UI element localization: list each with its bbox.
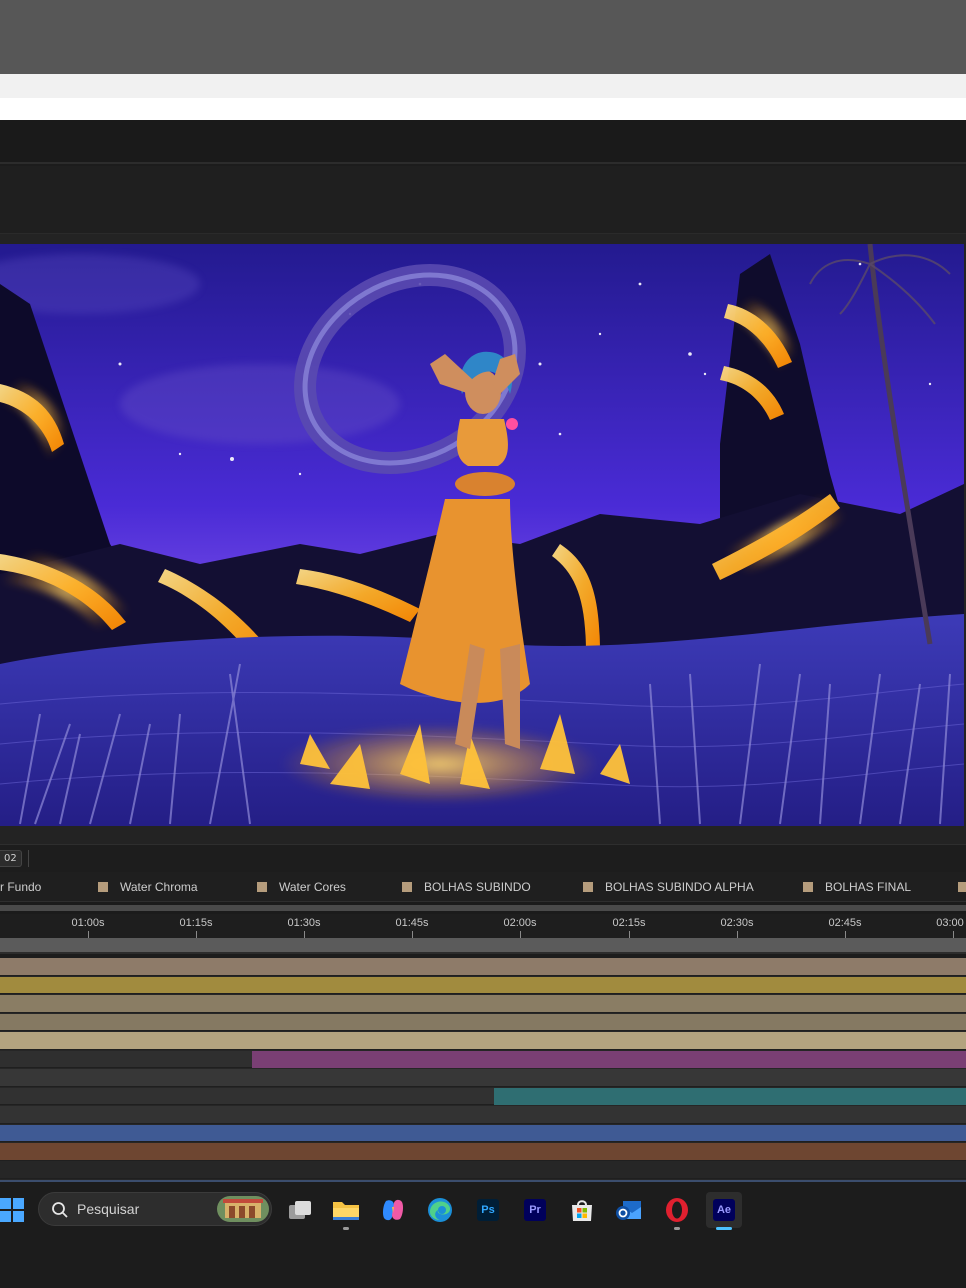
label-color-swatch — [803, 882, 813, 892]
time-tick-label: 03:00 — [936, 917, 964, 929]
after-effects-label: Ae — [713, 1199, 735, 1221]
layer-bar[interactable] — [0, 976, 966, 994]
timeline-layers — [0, 958, 966, 1180]
time-tick-label: 02:15s — [612, 917, 646, 929]
time-tick — [520, 931, 521, 938]
label-color-swatch — [98, 882, 108, 892]
time-tick — [737, 931, 738, 938]
taskbar: Pesquisar Ps Pr Ae — [0, 1180, 966, 1288]
comp-tab-label: r Fundo — [0, 880, 42, 894]
time-tick — [953, 931, 954, 938]
premiere-pro-icon[interactable]: Pr — [517, 1192, 553, 1228]
layer-bar[interactable] — [252, 1050, 966, 1068]
layer-bar[interactable] — [0, 1143, 966, 1161]
comp-tab-label: BOLHAS FINAL — [825, 880, 912, 894]
time-tick — [196, 931, 197, 938]
time-navigator[interactable] — [0, 902, 966, 914]
comp-tab-water-chroma[interactable]: Water Chroma — [98, 872, 198, 902]
time-tick-label: 01:00s — [71, 917, 105, 929]
premiere-pro-label: Pr — [524, 1199, 546, 1221]
comp-tab-label: BOLHAS SUBINDO ALPHA — [605, 880, 754, 894]
outlook-icon[interactable] — [611, 1192, 647, 1228]
layer-bar[interactable] — [0, 1124, 966, 1142]
comp-tab-bolhas-subindo[interactable]: BOLHAS SUBINDO — [402, 872, 531, 902]
layer-row — [0, 1069, 966, 1087]
label-color-swatch — [257, 882, 267, 892]
comp-tab-more[interactable] — [958, 872, 966, 902]
composition-frame — [0, 244, 964, 826]
after-effects-header — [0, 120, 966, 274]
work-area-bar[interactable] — [0, 938, 966, 954]
browser-strip — [0, 74, 966, 98]
opera-icon[interactable] — [659, 1192, 695, 1230]
layer-row — [0, 1050, 966, 1068]
time-ruler[interactable]: 01:00s 01:15s 01:30s 01:45s 02:00s 02:15… — [0, 914, 966, 938]
layer-row — [0, 1161, 966, 1179]
composition-render — [0, 244, 964, 826]
resolution-dropdown[interactable]: 02 — [0, 850, 22, 867]
taskbar-search[interactable]: Pesquisar — [38, 1192, 272, 1226]
time-navigator-bar[interactable] — [0, 905, 966, 911]
footer-separator — [28, 850, 29, 867]
task-view-icon[interactable] — [282, 1192, 318, 1228]
photoshop-icon[interactable]: Ps — [470, 1192, 506, 1228]
comp-tab-label: BOLHAS SUBINDO — [424, 880, 531, 894]
layer-bar[interactable] — [494, 1087, 966, 1105]
comp-tab-label: Water Cores — [279, 880, 346, 894]
comp-tab-fundo[interactable]: r Fundo — [0, 872, 41, 902]
label-color-swatch — [402, 882, 412, 892]
time-tick — [629, 931, 630, 938]
windows-start-icon[interactable] — [0, 1198, 24, 1222]
composition-viewer[interactable] — [0, 234, 966, 844]
composition-tabs: r Fundo Water Chroma Water Cores BOLHAS … — [0, 872, 966, 902]
active-indicator — [716, 1227, 732, 1230]
comp-tab-label: Water Chroma — [120, 880, 198, 894]
time-tick — [845, 931, 846, 938]
time-tick-label: 02:00s — [503, 917, 537, 929]
time-tick-label: 01:45s — [395, 917, 429, 929]
layer-bar[interactable] — [0, 1013, 966, 1031]
comp-tab-water-cores[interactable]: Water Cores — [257, 872, 346, 902]
photoshop-label: Ps — [477, 1199, 499, 1221]
edge-icon[interactable] — [422, 1192, 458, 1228]
screen: 02 r Fundo Water Chroma Water Cores BOLH… — [0, 0, 966, 1288]
search-highlight-icon — [217, 1196, 269, 1222]
comp-tab-bolhas-final[interactable]: BOLHAS FINAL — [803, 872, 911, 902]
file-explorer-icon[interactable] — [328, 1192, 364, 1230]
label-color-swatch — [583, 882, 593, 892]
label-color-swatch — [958, 882, 966, 892]
time-tick-label: 01:15s — [179, 917, 213, 929]
microsoft-store-icon[interactable] — [564, 1192, 600, 1228]
time-tick — [88, 931, 89, 938]
layer-bar[interactable] — [0, 995, 966, 1013]
copilot-icon[interactable] — [375, 1192, 411, 1228]
layer-row — [0, 1087, 966, 1105]
search-placeholder: Pesquisar — [77, 1201, 140, 1217]
layer-bar[interactable] — [0, 1032, 966, 1050]
comp-tab-bolhas-subindo-alpha[interactable]: BOLHAS SUBINDO ALPHA — [583, 872, 754, 902]
time-tick — [304, 931, 305, 938]
after-effects-icon[interactable]: Ae — [706, 1192, 742, 1230]
time-tick-label: 02:30s — [720, 917, 754, 929]
white-band — [0, 98, 966, 120]
outer-window-bar — [0, 0, 966, 74]
layer-row — [0, 1106, 966, 1124]
viewer-footer: 02 — [0, 844, 966, 872]
running-indicator — [343, 1227, 349, 1230]
time-tick-label: 02:45s — [828, 917, 862, 929]
layer-bar[interactable] — [0, 958, 966, 976]
after-effects-toolbar — [0, 166, 966, 234]
running-indicator — [674, 1227, 680, 1230]
time-tick-label: 01:30s — [287, 917, 321, 929]
search-icon — [52, 1202, 68, 1218]
time-tick — [412, 931, 413, 938]
